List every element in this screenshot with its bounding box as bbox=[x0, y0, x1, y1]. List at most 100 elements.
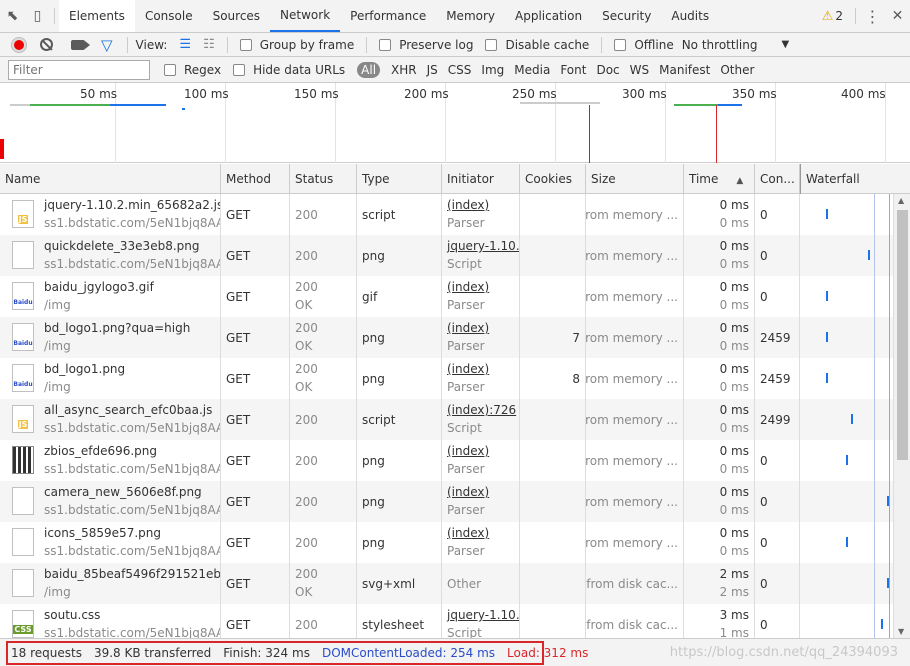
tab-audits[interactable]: Audits bbox=[661, 0, 719, 32]
filter-type-xhr[interactable]: XHR bbox=[387, 63, 421, 77]
request-name[interactable]: jquery-1.10.2.min_65682a2.js bbox=[44, 198, 220, 212]
filter-type-media[interactable]: Media bbox=[510, 63, 554, 77]
disable-cache-checkbox[interactable] bbox=[485, 38, 498, 51]
column-header-status[interactable]: Status bbox=[290, 164, 357, 194]
request-name[interactable]: bd_logo1.png bbox=[44, 362, 125, 376]
initiator-link[interactable]: (index):726 bbox=[447, 403, 516, 417]
column-header-connection[interactable]: Con... bbox=[755, 164, 800, 194]
waterfall-bar[interactable] bbox=[846, 455, 848, 465]
filter-type-font[interactable]: Font bbox=[556, 63, 590, 77]
tab-application[interactable]: Application bbox=[505, 0, 592, 32]
hide-data-urls-checkbox[interactable] bbox=[233, 63, 246, 76]
request-name[interactable]: zbios_efde696.png bbox=[44, 444, 157, 458]
preserve-log-checkbox[interactable] bbox=[379, 38, 392, 51]
column-header-cookies[interactable]: Cookies bbox=[520, 164, 586, 194]
record-icon[interactable] bbox=[12, 37, 26, 52]
table-row[interactable]: camera_new_5606e8f.png ss1.bdstatic.com/5… bbox=[0, 481, 893, 522]
table-row[interactable]: JS all_async_search_efc0baa.js ss1.bdstati… bbox=[0, 399, 893, 440]
initiator-link[interactable]: (index) bbox=[447, 321, 489, 335]
filter-type-css[interactable]: CSS bbox=[444, 63, 476, 77]
close-icon[interactable]: ✕ bbox=[885, 0, 910, 32]
cell-name: zbios_efde696.png ss1.bdstatic.com/5eN1bj… bbox=[0, 440, 221, 481]
table-scrollbar[interactable]: ▲ ▼ bbox=[893, 194, 910, 638]
timeline-overview[interactable]: 50 ms 100 ms 150 ms 200 ms 250 ms 300 ms… bbox=[0, 83, 910, 163]
offline-checkbox[interactable] bbox=[614, 38, 627, 51]
clear-icon[interactable] bbox=[40, 38, 53, 51]
column-header-type[interactable]: Type bbox=[357, 164, 442, 194]
initiator-link[interactable]: jquery-1.10.... bbox=[447, 239, 519, 253]
waterfall-bar[interactable] bbox=[868, 250, 870, 260]
column-header-method[interactable]: Method bbox=[221, 164, 290, 194]
overview-icon[interactable]: ☷ bbox=[203, 37, 215, 52]
table-row[interactable]: Baidu baidu_jgylogo3.gif/img GET 200 OK gif (i… bbox=[0, 276, 893, 317]
filter-icon[interactable]: ▽ bbox=[101, 36, 113, 54]
table-row[interactable]: CSS soutu.css ss1.bdstatic.com/5eN1bjq8AA.… bbox=[0, 604, 893, 638]
scroll-up-icon[interactable]: ▲ bbox=[898, 196, 904, 205]
tab-performance[interactable]: Performance bbox=[340, 0, 436, 32]
tab-network[interactable]: Network bbox=[270, 0, 341, 32]
table-row[interactable]: quickdelete_33e3eb8.png ss1.bdstatic.com/… bbox=[0, 235, 893, 276]
request-name[interactable]: all_async_search_efc0baa.js bbox=[44, 403, 212, 417]
status-text: OK bbox=[295, 298, 313, 312]
inspect-element-icon[interactable]: ⬉ bbox=[0, 0, 25, 32]
request-name[interactable]: camera_new_5606e8f.png bbox=[44, 485, 202, 499]
table-row[interactable]: Baidu bd_logo1.png?qua=high/img GET 200 OK pn… bbox=[0, 317, 893, 358]
tab-security[interactable]: Security bbox=[592, 0, 661, 32]
filter-type-all[interactable]: All bbox=[357, 61, 381, 78]
column-header-size[interactable]: Size bbox=[586, 164, 684, 194]
waterfall-bar[interactable] bbox=[881, 619, 883, 629]
waterfall-bar[interactable] bbox=[846, 537, 848, 547]
tab-sources[interactable]: Sources bbox=[203, 0, 270, 32]
regex-checkbox[interactable] bbox=[164, 63, 176, 76]
filter-type-other[interactable]: Other bbox=[716, 63, 758, 77]
filter-type-ws[interactable]: WS bbox=[626, 63, 653, 77]
initiator-link[interactable]: (index) bbox=[447, 198, 489, 212]
scrollbar-thumb[interactable] bbox=[897, 210, 908, 460]
tab-console[interactable]: Console bbox=[135, 0, 203, 32]
waterfall-bar[interactable] bbox=[851, 414, 853, 424]
cell-wf bbox=[800, 440, 893, 481]
column-header-name[interactable]: Name bbox=[0, 164, 221, 194]
scroll-down-icon[interactable]: ▼ bbox=[898, 627, 904, 636]
filter-type-manifest[interactable]: Manifest bbox=[655, 63, 714, 77]
group-by-frame-checkbox[interactable] bbox=[239, 38, 252, 51]
initiator-link[interactable]: jquery-1.10.... bbox=[447, 608, 519, 622]
filter-type-doc[interactable]: Doc bbox=[592, 63, 623, 77]
tab-memory[interactable]: Memory bbox=[436, 0, 505, 32]
waterfall-bar[interactable] bbox=[826, 291, 828, 301]
method-value: GET bbox=[226, 331, 251, 345]
table-row[interactable]: JS jquery-1.10.2.min_65682a2.js ss1.bdstat… bbox=[0, 194, 893, 235]
initiator-link[interactable]: (index) bbox=[447, 526, 489, 540]
filter-type-img[interactable]: Img bbox=[477, 63, 508, 77]
table-row[interactable]: zbios_efde696.png ss1.bdstatic.com/5eN1bj… bbox=[0, 440, 893, 481]
column-header-initiator[interactable]: Initiator bbox=[442, 164, 520, 194]
table-row[interactable]: Baidu bd_logo1.png/img GET 200 OK png (index) P… bbox=[0, 358, 893, 399]
table-row[interactable]: baidu_85beaf5496f291521eb7... /img GET 200 O… bbox=[0, 563, 893, 604]
more-options-icon[interactable]: ⋮ bbox=[860, 0, 885, 32]
column-header-waterfall[interactable]: Waterfall bbox=[800, 164, 910, 194]
capture-screenshots-icon[interactable] bbox=[71, 39, 90, 50]
initiator-link[interactable]: (index) bbox=[447, 444, 489, 458]
large-rows-icon[interactable]: ☰ bbox=[179, 37, 191, 52]
waterfall-bar[interactable] bbox=[826, 373, 828, 383]
tab-elements[interactable]: Elements bbox=[59, 0, 135, 32]
initiator-link[interactable]: (index) bbox=[447, 485, 489, 499]
request-name[interactable]: baidu_jgylogo3.gif bbox=[44, 280, 154, 294]
waterfall-bar[interactable] bbox=[826, 209, 828, 219]
filter-input[interactable] bbox=[8, 59, 150, 80]
warnings-counter[interactable]: ⚠ 2 bbox=[814, 0, 851, 32]
request-name[interactable]: icons_5859e57.png bbox=[44, 526, 161, 540]
request-name[interactable]: quickdelete_33e3eb8.png bbox=[44, 239, 199, 253]
request-name[interactable]: soutu.css bbox=[44, 608, 100, 622]
initiator-link[interactable]: (index) bbox=[447, 362, 489, 376]
filter-type-js[interactable]: JS bbox=[423, 63, 442, 77]
device-toolbar-icon[interactable]: ▯ bbox=[25, 0, 50, 32]
request-name[interactable]: baidu_85beaf5496f291521eb7... bbox=[44, 567, 220, 581]
request-name[interactable]: bd_logo1.png?qua=high bbox=[44, 321, 190, 335]
throttling-select[interactable]: No throttling bbox=[682, 38, 758, 52]
table-row[interactable]: icons_5859e57.png ss1.bdstatic.com/5eN1bj… bbox=[0, 522, 893, 563]
waterfall-bar[interactable] bbox=[826, 332, 828, 342]
initiator-link[interactable]: (index) bbox=[447, 280, 489, 294]
chevron-down-icon[interactable]: ▼ bbox=[781, 39, 789, 50]
column-header-time[interactable]: Time ▲ bbox=[684, 164, 755, 194]
